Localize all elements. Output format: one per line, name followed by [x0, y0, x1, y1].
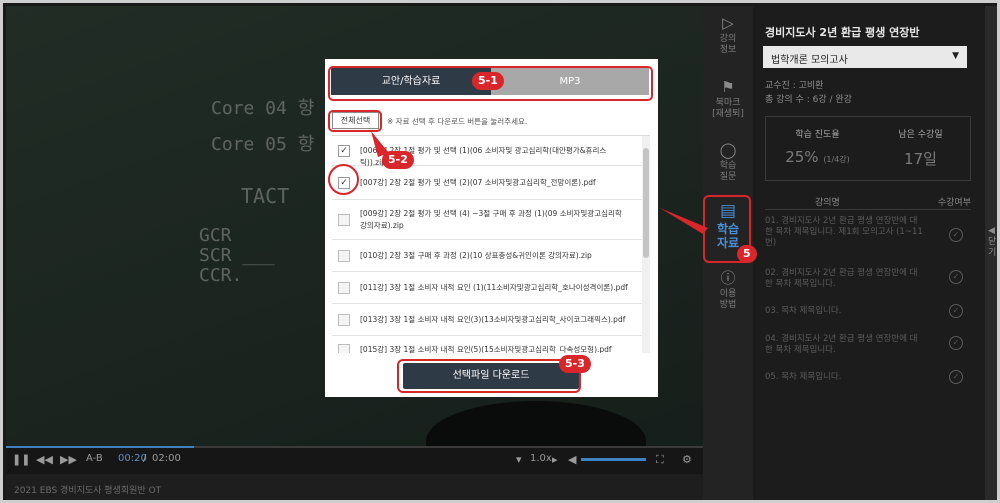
app-window: Core 04 향 Core 05 향 TACT GCR SCR ___ CCR…	[0, 0, 1000, 503]
badge-5-2: 5-2	[382, 151, 414, 169]
badge-5-1: 5-1	[472, 72, 504, 90]
highlight-download	[397, 359, 581, 393]
arrow-5	[660, 208, 708, 234]
badge-5-3: 5-3	[559, 355, 591, 373]
badge-5: 5	[737, 245, 757, 263]
highlight-select-all	[328, 110, 382, 132]
highlight-checkbox	[328, 164, 359, 195]
